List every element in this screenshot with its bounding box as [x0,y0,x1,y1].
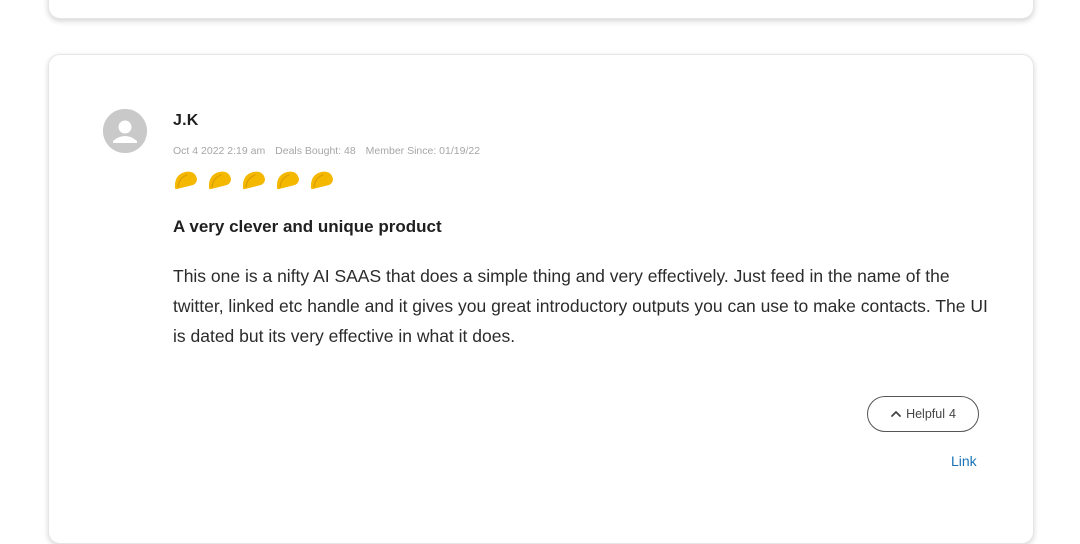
member-since: Member Since: 01/19/22 [365,145,481,157]
review-body: This one is a nifty AI SAAS that does a … [173,266,988,346]
review-title: A very clever and unique product [173,217,442,236]
user-icon [103,109,147,153]
chevron-up-icon [891,411,901,417]
review-date: Oct 4 2022 2:19 am [173,145,266,157]
helpful-label: Helpful [906,407,945,421]
review-link[interactable]: Link [951,453,977,469]
taco-icon [242,171,265,190]
deals-bought: Deals Bought: 48 [275,145,356,157]
helpful-button[interactable]: Helpful 4 [867,396,979,432]
reviewer-name: J.K [173,112,199,129]
taco-icon [310,171,333,190]
taco-icon [276,171,299,190]
helpful-count: 4 [948,407,956,421]
review-card: J.K Oct 4 2022 2:19 am Deals Bought: 48 … [48,54,1034,544]
review-meta: Oct 4 2022 2:19 am Deals Bought: 48 Memb… [173,145,487,157]
taco-icon [208,171,231,190]
star-rating [173,169,343,191]
previous-review-card [48,0,1034,19]
avatar [103,109,147,153]
taco-icon [174,171,197,190]
